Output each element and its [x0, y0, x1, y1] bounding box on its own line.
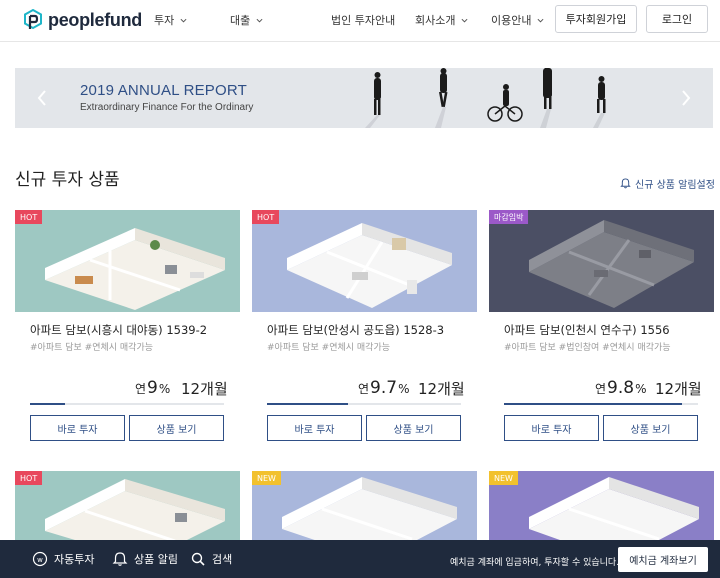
product-tags: #아파트 담보 #법인참여 #연체시 매각가능 [504, 343, 671, 353]
bell-icon [112, 552, 128, 566]
product-card[interactable]: HOT 아파트 담보(안성시 공도읍) 1528-3 #아파트 담보 #연체시 … [252, 210, 477, 450]
section-title: 신규 투자 상품 [15, 170, 120, 190]
search-button[interactable]: 검색 [190, 551, 232, 567]
chevron-down-icon [256, 18, 263, 23]
interest-rate: 연 9 % [135, 378, 170, 398]
banner-title: 2019 ANNUAL REPORT [80, 82, 248, 99]
badge-new: NEW [489, 471, 518, 485]
badge-hot: HOT [15, 210, 43, 224]
nav-invest[interactable]: 투자 [154, 12, 187, 28]
chevron-right-icon[interactable] [679, 88, 693, 108]
invest-now-button[interactable]: 바로 투자 [267, 415, 362, 441]
view-product-button[interactable]: 상품 보기 [129, 415, 224, 441]
product-card[interactable]: 마감임박 아파트 담보(인천시 연수구) 1556 #아파트 담보 #법인참여 … [489, 210, 714, 450]
floorplan-illustration [45, 228, 225, 310]
rate-unit: % [158, 382, 171, 396]
rate-unit: % [635, 382, 647, 396]
floorplan-illustration [45, 479, 225, 541]
nav-invest-label: 투자 [154, 14, 175, 27]
badge-closing-soon: 마감임박 [489, 210, 529, 224]
svg-text:w: w [37, 556, 43, 564]
badge-hot: HOT [15, 471, 43, 485]
chevron-down-icon [461, 18, 468, 23]
funding-progress-bar [267, 403, 461, 405]
invest-now-button[interactable]: 바로 투자 [30, 415, 125, 441]
view-deposit-account-button[interactable]: 예치금 계좌보기 [618, 547, 708, 572]
rate-value: 9.8 [607, 378, 635, 398]
nav-corporate-label: 법인 투자안내 [331, 14, 396, 27]
product-alert-setting-link[interactable]: 신규 상품 알림설정 [620, 176, 715, 191]
badge-hot: HOT [252, 210, 280, 224]
rate-prefix: 연 [135, 382, 147, 396]
nav-guide[interactable]: 이용안내 [491, 12, 544, 28]
floorplan-illustration [282, 477, 457, 541]
nav-corporate[interactable]: 법인 투자안내 [331, 12, 395, 28]
banner-people-illustration [365, 68, 606, 128]
rate-value: 9 [147, 378, 158, 398]
login-button[interactable]: 로그인 [646, 5, 708, 33]
alert-link-label: 신규 상품 알림설정 [635, 180, 715, 191]
auto-invest-icon: w [32, 551, 48, 567]
progress-fill [504, 403, 683, 405]
product-image[interactable] [489, 210, 714, 312]
invest-now-button[interactable]: 바로 투자 [504, 415, 599, 441]
product-title[interactable]: 아파트 담보(인천시 연수구) 1556 [504, 322, 670, 338]
funding-progress-bar [30, 403, 224, 405]
product-image[interactable] [252, 210, 477, 312]
logo-text: peoplefund [48, 9, 142, 30]
search-label: 검색 [212, 553, 233, 566]
product-card[interactable]: NEW [252, 471, 477, 541]
interest-rate: 연 9.7 % [358, 378, 410, 398]
funding-progress-bar [504, 403, 698, 405]
product-image[interactable] [15, 210, 240, 312]
banner-subtitle: Extraordinary Finance For the Ordinary [80, 102, 254, 113]
floorplan-illustration [529, 477, 699, 541]
product-card[interactable]: HOT [15, 471, 240, 541]
view-product-button[interactable]: 상품 보기 [603, 415, 698, 441]
product-tags: #아파트 담보 #연체시 매각가능 [267, 343, 391, 353]
loan-term: 12개월 [181, 380, 228, 398]
top-header: peoplefund 투자 대출 법인 투자안내 회사소개 이용안내 투자회원가… [0, 0, 720, 42]
bell-icon [620, 178, 631, 189]
page: peoplefund 투자 대출 법인 투자안내 회사소개 이용안내 투자회원가… [0, 0, 720, 578]
deposit-message: 예치금 계좌에 입금하여, 투자할 수 있습니다. [450, 558, 620, 568]
nav-loan-label: 대출 [230, 14, 251, 27]
progress-fill [30, 403, 65, 405]
logo[interactable]: peoplefund [24, 9, 142, 31]
badge-new: NEW [252, 471, 281, 485]
search-icon [191, 552, 205, 566]
loan-term: 12개월 [655, 380, 702, 398]
rate-prefix: 연 [358, 382, 370, 396]
nav-about-label: 회사소개 [415, 14, 456, 27]
view-product-button[interactable]: 상품 보기 [366, 415, 461, 441]
product-title[interactable]: 아파트 담보(시흥시 대야동) 1539-2 [30, 322, 207, 338]
nav-loan[interactable]: 대출 [230, 12, 263, 28]
rate-prefix: 연 [595, 382, 607, 396]
auto-invest-label: 자동투자 [54, 553, 95, 566]
chevron-left-icon[interactable] [35, 88, 49, 108]
product-card[interactable]: HOT 아파트 담보(시흥시 대야동) 1539-2 #아파트 담보 #연체시 … [15, 210, 240, 450]
bottom-action-bar: w 자동투자 상품 알림 검색 예치금 계좌에 입금하여, 투자할 수 있습니다… [0, 540, 720, 578]
floorplan-illustration [287, 223, 452, 308]
product-alert-label: 상품 알림 [134, 553, 178, 566]
product-title[interactable]: 아파트 담보(안성시 공도읍) 1528-3 [267, 322, 444, 338]
rate-value: 9.7 [370, 378, 398, 398]
auto-invest-button[interactable]: w 자동투자 [32, 551, 94, 567]
progress-fill [267, 403, 349, 405]
chevron-down-icon [180, 18, 187, 23]
product-tags: #아파트 담보 #연체시 매각가능 [30, 343, 154, 353]
chevron-down-icon [537, 18, 544, 23]
signup-button[interactable]: 투자회원가입 [555, 5, 637, 33]
nav-about[interactable]: 회사소개 [415, 12, 468, 28]
nav-guide-label: 이용안내 [491, 14, 532, 27]
product-alert-button[interactable]: 상품 알림 [112, 551, 178, 567]
loan-term: 12개월 [418, 380, 465, 398]
logo-icon [24, 9, 42, 30]
product-card[interactable]: NEW [489, 471, 714, 541]
rate-unit: % [398, 382, 410, 396]
interest-rate: 연 9.8 % [595, 378, 647, 398]
annual-report-banner[interactable]: 2019 ANNUAL REPORT Extraordinary Finance… [15, 68, 713, 128]
floorplan-illustration [529, 220, 694, 308]
